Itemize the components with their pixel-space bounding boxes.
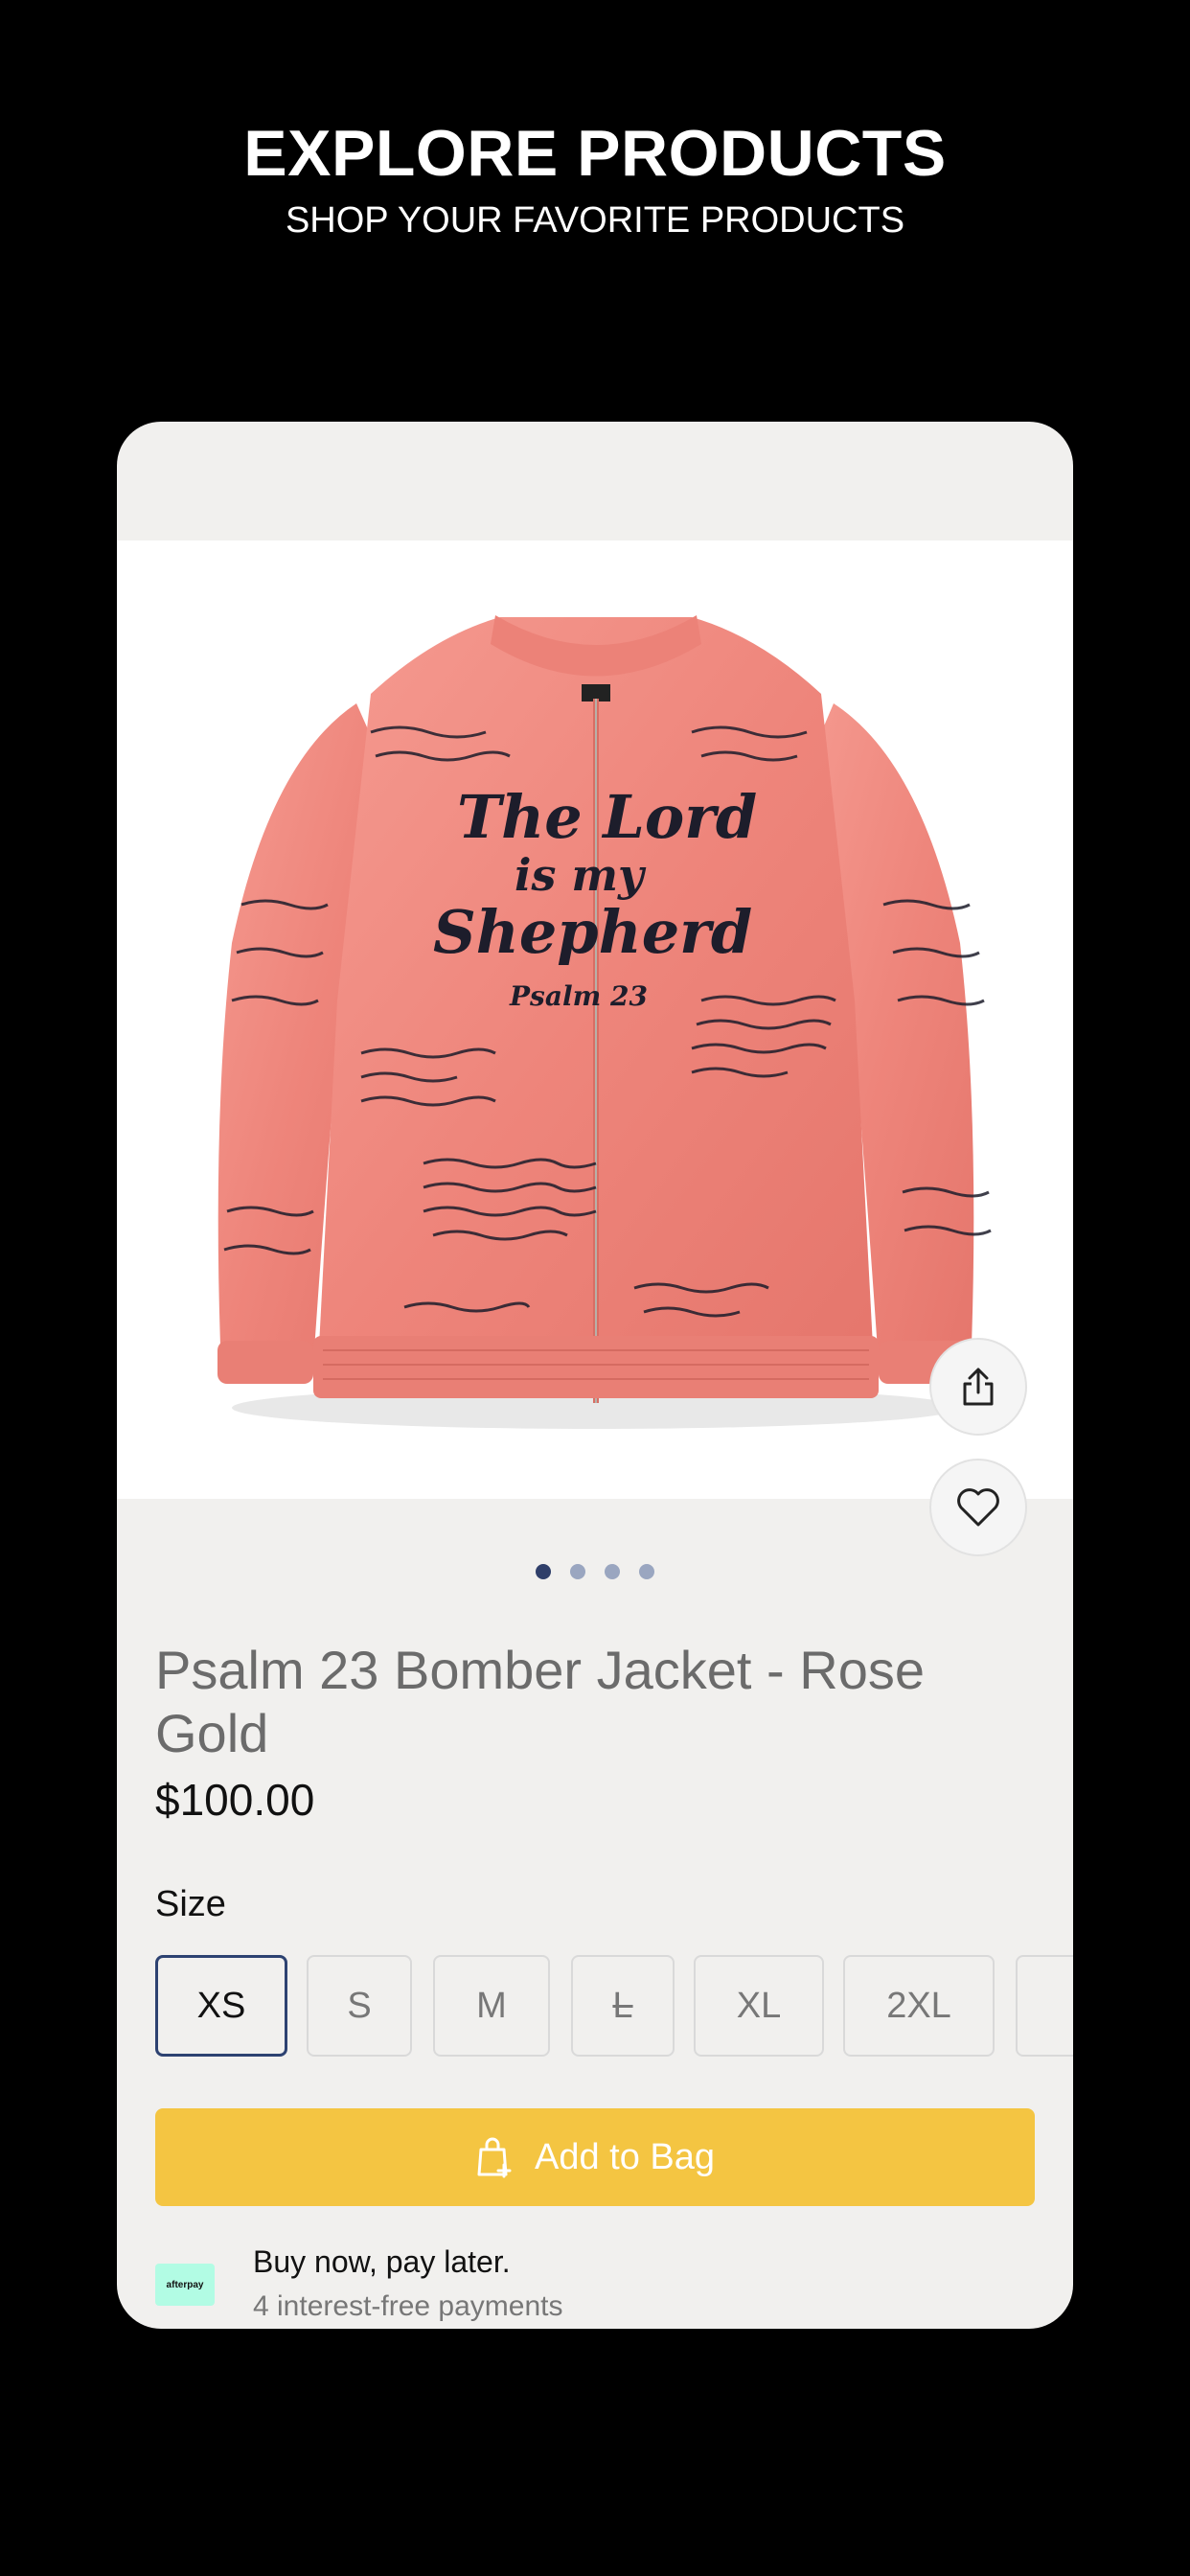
- page-title: EXPLORE PRODUCTS: [243, 117, 947, 190]
- size-option-l[interactable]: L: [571, 1955, 675, 2057]
- wishlist-button[interactable]: [929, 1459, 1027, 1556]
- size-option-more[interactable]: [1016, 1955, 1073, 2057]
- heart-icon: [957, 1488, 999, 1527]
- product-card: The Lord is my Shepherd Psalm 23 Psalm 2…: [117, 422, 1073, 2329]
- bnpl-title: Buy now, pay later.: [253, 2244, 511, 2279]
- size-option-s[interactable]: S: [307, 1955, 412, 2057]
- share-icon: [963, 1368, 994, 1406]
- size-option-xs[interactable]: XS: [155, 1955, 287, 2057]
- pagination-dot[interactable]: [639, 1564, 654, 1579]
- print-line-4: Psalm 23: [509, 980, 648, 1012]
- product-image[interactable]: The Lord is my Shepherd Psalm 23: [117, 540, 1073, 1499]
- add-to-bag-label: Add to Bag: [534, 2136, 716, 2177]
- add-to-bag-button[interactable]: Add to Bag: [155, 2108, 1035, 2206]
- print-line-2: is my: [515, 849, 647, 901]
- pagination-dot[interactable]: [536, 1564, 551, 1579]
- pagination-dot[interactable]: [605, 1564, 620, 1579]
- size-selector: XS S M L XL 2XL: [155, 1955, 1073, 2057]
- size-option-m[interactable]: M: [433, 1955, 550, 2057]
- bnpl-subtitle: 4 interest-free payments: [253, 2290, 563, 2322]
- jacket-illustration: The Lord is my Shepherd Psalm 23: [217, 615, 992, 1429]
- afterpay-logo: afterpay: [155, 2264, 215, 2306]
- product-title: Psalm 23 Bomber Jacket - Rose Gold: [155, 1640, 925, 1763]
- bag-add-icon: [477, 2137, 512, 2178]
- pagination-dot[interactable]: [570, 1564, 585, 1579]
- size-label: Size: [155, 1884, 226, 1924]
- product-price: $100.00: [155, 1775, 315, 1825]
- size-option-xl[interactable]: XL: [694, 1955, 824, 2057]
- size-option-2xl[interactable]: 2XL: [843, 1955, 995, 2057]
- print-line-1: The Lord: [457, 782, 757, 852]
- image-pagination[interactable]: [117, 1564, 1073, 1583]
- share-button[interactable]: [929, 1338, 1027, 1436]
- print-line-3: Shepherd: [433, 897, 752, 967]
- page-subtitle: SHOP YOUR FAVORITE PRODUCTS: [285, 200, 905, 241]
